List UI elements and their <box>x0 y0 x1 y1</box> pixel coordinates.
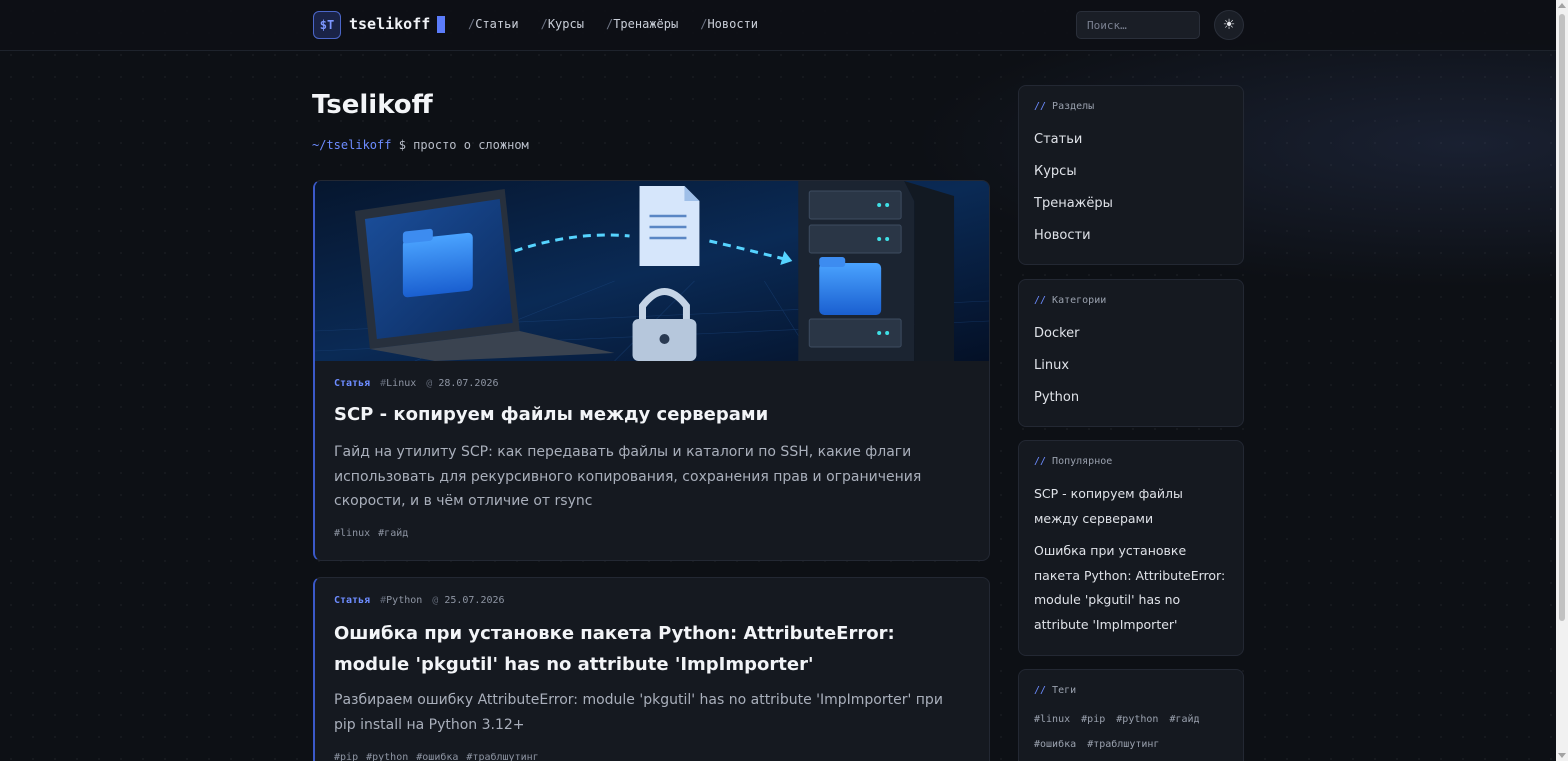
sidebar-popular-panel: //Популярное SCP - копируем файлы между … <box>1018 440 1244 656</box>
scroll-down-icon[interactable] <box>1558 753 1566 758</box>
tagline-path: ~/tselikoff <box>312 138 392 152</box>
tag-link[interactable]: #python <box>1116 714 1158 725</box>
article-card[interactable]: Статья #Python @ 25.07.2026 Ошибка при у… <box>313 577 990 761</box>
logo-mark[interactable]: $T <box>313 11 341 39</box>
article-date: @ 28.07.2026 <box>426 378 499 389</box>
article-meta: Статья #Python @ 25.07.2026 <box>334 595 505 606</box>
article-tag[interactable]: #pip <box>334 752 358 761</box>
article-tag[interactable]: #траблшутинг <box>466 752 538 761</box>
tag-link[interactable]: #гайд <box>1169 714 1199 725</box>
theme-toggle-button[interactable]: ☀ <box>1214 10 1244 40</box>
logo-cursor <box>437 16 445 33</box>
tagline-text: $ просто о сложном <box>398 138 529 152</box>
category-linux[interactable]: Linux <box>1034 358 1231 390</box>
article-title[interactable]: Ошибка при установке пакета Python: Attr… <box>334 618 969 680</box>
sidebar-item-news[interactable]: Новости <box>1034 228 1231 260</box>
sidebar-item-trainers[interactable]: Тренажёры <box>1034 196 1231 228</box>
article-category[interactable]: Статья <box>334 595 370 606</box>
page-title: Tselikoff <box>312 90 433 120</box>
popular-item[interactable]: SCP - копируем файлы между серверами <box>1034 482 1231 531</box>
article-meta: Статья #Linux @ 28.07.2026 <box>334 378 499 389</box>
article-cover-image <box>315 181 989 361</box>
tag-link[interactable]: #pip <box>1081 714 1105 725</box>
sidebar-tags-panel: //Теги #linux #pip #python #гайд #ошибка… <box>1018 669 1244 761</box>
nav-item-news[interactable]: /Новости <box>700 17 758 31</box>
article-title[interactable]: SCP - копируем файлы между серверами <box>334 399 969 430</box>
tag-cloud: #linux #pip #python #гайд #ошибка #трабл… <box>1034 707 1231 757</box>
article-category[interactable]: Статья <box>334 378 370 389</box>
nav-item-trainers[interactable]: /Тренажёры <box>606 17 678 31</box>
popular-item[interactable]: Ошибка при установке пакета Python: Attr… <box>1034 539 1231 637</box>
article-description: Гайд на утилиту SCP: как передавать файл… <box>334 444 922 509</box>
article-topic[interactable]: #Python <box>380 595 422 606</box>
popular-list: SCP - копируем файлы между серверами Оши… <box>1034 482 1231 645</box>
article-tag[interactable]: #ошибка <box>416 752 458 761</box>
article-tag[interactable]: #python <box>366 752 408 761</box>
nav-item-courses[interactable]: /Курсы <box>541 17 584 31</box>
article-tag[interactable]: #гайд <box>378 528 408 539</box>
sun-icon: ☀ <box>1222 17 1236 33</box>
sidebar-item-articles[interactable]: Статьи <box>1034 132 1231 164</box>
site-header: $T tselikoff /Статьи /Курсы /Тренажёры /… <box>0 0 1556 51</box>
article-tags: #pip #python #ошибка #траблшутинг <box>334 752 539 761</box>
panel-title: //Популярное <box>1034 456 1113 467</box>
tag-link[interactable]: #ошибка <box>1034 739 1076 750</box>
sidebar-item-courses[interactable]: Курсы <box>1034 164 1231 196</box>
page-scrollbar[interactable] <box>1556 0 1568 761</box>
categories-list: Docker Linux Python <box>1034 326 1231 422</box>
logo-text[interactable]: tselikoff <box>349 15 430 33</box>
article-tags: #linux #гайд <box>334 528 408 539</box>
article-card[interactable]: Статья #Linux @ 28.07.2026 SCP - копируе… <box>313 180 990 561</box>
article-topic[interactable]: #Linux <box>380 378 416 389</box>
scrollbar-thumb[interactable] <box>1559 14 1565 621</box>
sections-list: Статьи Курсы Тренажёры Новости <box>1034 132 1231 260</box>
panel-title: //Категории <box>1034 295 1107 306</box>
search-input[interactable] <box>1076 11 1200 39</box>
tag-link[interactable]: #linux <box>1034 714 1070 725</box>
article-description: Разбираем ошибку AttributeError: module … <box>334 692 943 733</box>
scroll-up-icon[interactable] <box>1558 3 1566 8</box>
article-date: @ 25.07.2026 <box>432 595 505 606</box>
panel-title: //Разделы <box>1034 101 1095 112</box>
sidebar-sections-panel: //Разделы Статьи Курсы Тренажёры Новости <box>1018 85 1244 265</box>
main-nav: /Статьи /Курсы /Тренажёры /Новости <box>468 17 758 31</box>
tagline: ~/tselikoff $ просто о сложном <box>312 138 529 152</box>
panel-title: //Теги <box>1034 685 1077 696</box>
category-docker[interactable]: Docker <box>1034 326 1231 358</box>
sidebar-categories-panel: //Категории Docker Linux Python <box>1018 279 1244 427</box>
nav-item-articles[interactable]: /Статьи <box>468 17 519 31</box>
article-tag[interactable]: #linux <box>334 528 370 539</box>
category-python[interactable]: Python <box>1034 390 1231 422</box>
tag-link[interactable]: #траблшутинг <box>1087 739 1159 750</box>
